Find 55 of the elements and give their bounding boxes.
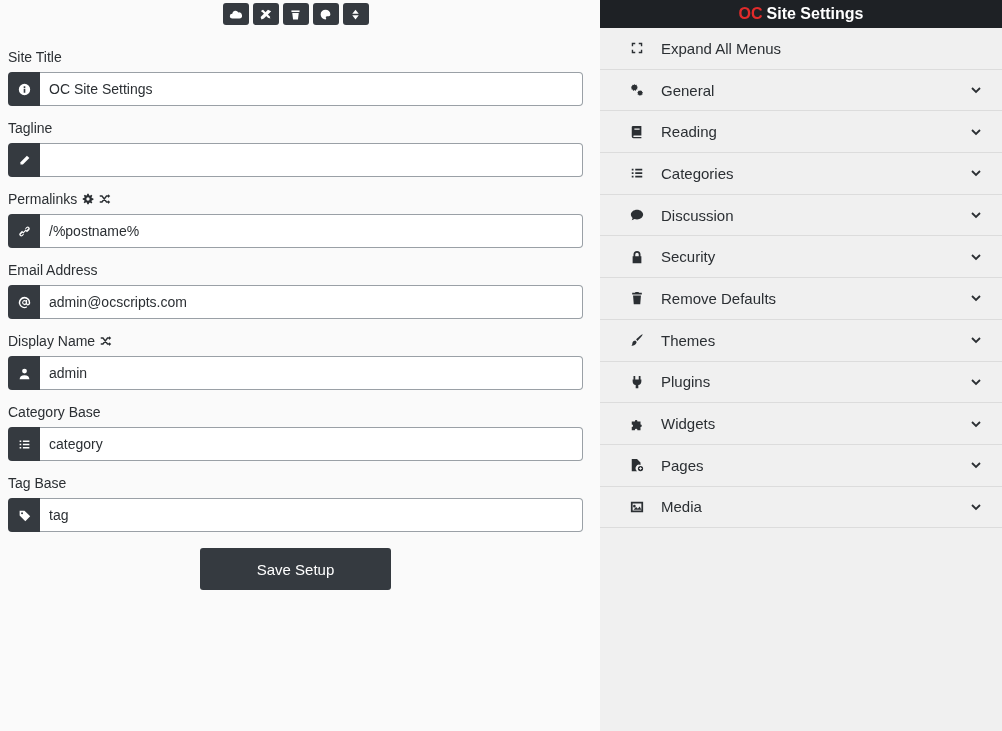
- file-plus-icon: [630, 458, 644, 473]
- pencil-icon: [17, 153, 31, 167]
- menu-item[interactable]: Reading: [600, 111, 1002, 154]
- trash-button[interactable]: [282, 3, 309, 25]
- palette-icon: [319, 7, 332, 21]
- menu-item[interactable]: Themes: [600, 319, 1002, 362]
- shuffle-icon[interactable]: [100, 335, 113, 347]
- book-icon: [630, 124, 644, 139]
- trash-icon: [630, 291, 644, 306]
- shuffle-icon[interactable]: [99, 193, 112, 205]
- tools-button[interactable]: [252, 3, 279, 25]
- text-field[interactable]: admin@ocscripts.com: [40, 285, 583, 319]
- menu-item[interactable]: Expand All Menus: [600, 28, 1002, 70]
- link-icon: [17, 224, 31, 238]
- field-label: Email Address: [8, 262, 98, 278]
- field-label: Tag Base: [8, 475, 67, 491]
- text-field[interactable]: category: [40, 427, 583, 461]
- text-field[interactable]: admin: [40, 356, 583, 390]
- gear-icon[interactable]: [82, 193, 95, 205]
- text-field[interactable]: [40, 143, 583, 177]
- menu-item[interactable]: Security: [600, 236, 1002, 279]
- sort-button[interactable]: [342, 3, 369, 25]
- field-label: Site Title: [8, 49, 62, 65]
- text-field[interactable]: /%postname%: [40, 214, 583, 248]
- menu-item[interactable]: Remove Defaults: [600, 278, 1002, 320]
- field-label: Category Base: [8, 404, 101, 420]
- info-icon: [17, 82, 31, 96]
- field-label: Permalinks: [8, 191, 78, 207]
- menu-item[interactable]: Plugins: [600, 361, 1002, 404]
- plug-icon: [630, 374, 644, 389]
- menu-item[interactable]: Discussion: [600, 194, 1002, 237]
- speech-bubble-icon: [630, 208, 644, 223]
- palette-button[interactable]: [312, 3, 339, 25]
- cloud-upload-button[interactable]: [222, 3, 249, 25]
- menu-item[interactable]: General: [600, 69, 1002, 112]
- save-setup-button[interactable]: Save Setup: [200, 548, 391, 590]
- user-icon: [17, 366, 31, 380]
- trash-icon: [289, 7, 302, 21]
- lock-icon: [630, 249, 644, 264]
- tag-icon: [17, 508, 31, 522]
- field-label: Tagline: [8, 120, 53, 136]
- paintbrush-icon: [630, 333, 644, 348]
- sort-icon: [349, 7, 362, 21]
- expand-icon: [630, 41, 644, 56]
- image-icon: [630, 499, 644, 514]
- menu-item[interactable]: Categories: [600, 153, 1002, 195]
- list-icon: [17, 437, 31, 451]
- text-field[interactable]: OC Site Settings: [40, 72, 583, 106]
- menu-item[interactable]: Widgets: [600, 403, 1002, 445]
- field-label: Display Name: [8, 333, 96, 349]
- menu-item[interactable]: Media: [600, 486, 1002, 529]
- panel-title: OC Site Settings: [600, 0, 1002, 28]
- menu-item[interactable]: Pages: [600, 444, 1002, 487]
- at-sign-icon: [17, 295, 31, 309]
- text-field[interactable]: tag: [40, 498, 583, 532]
